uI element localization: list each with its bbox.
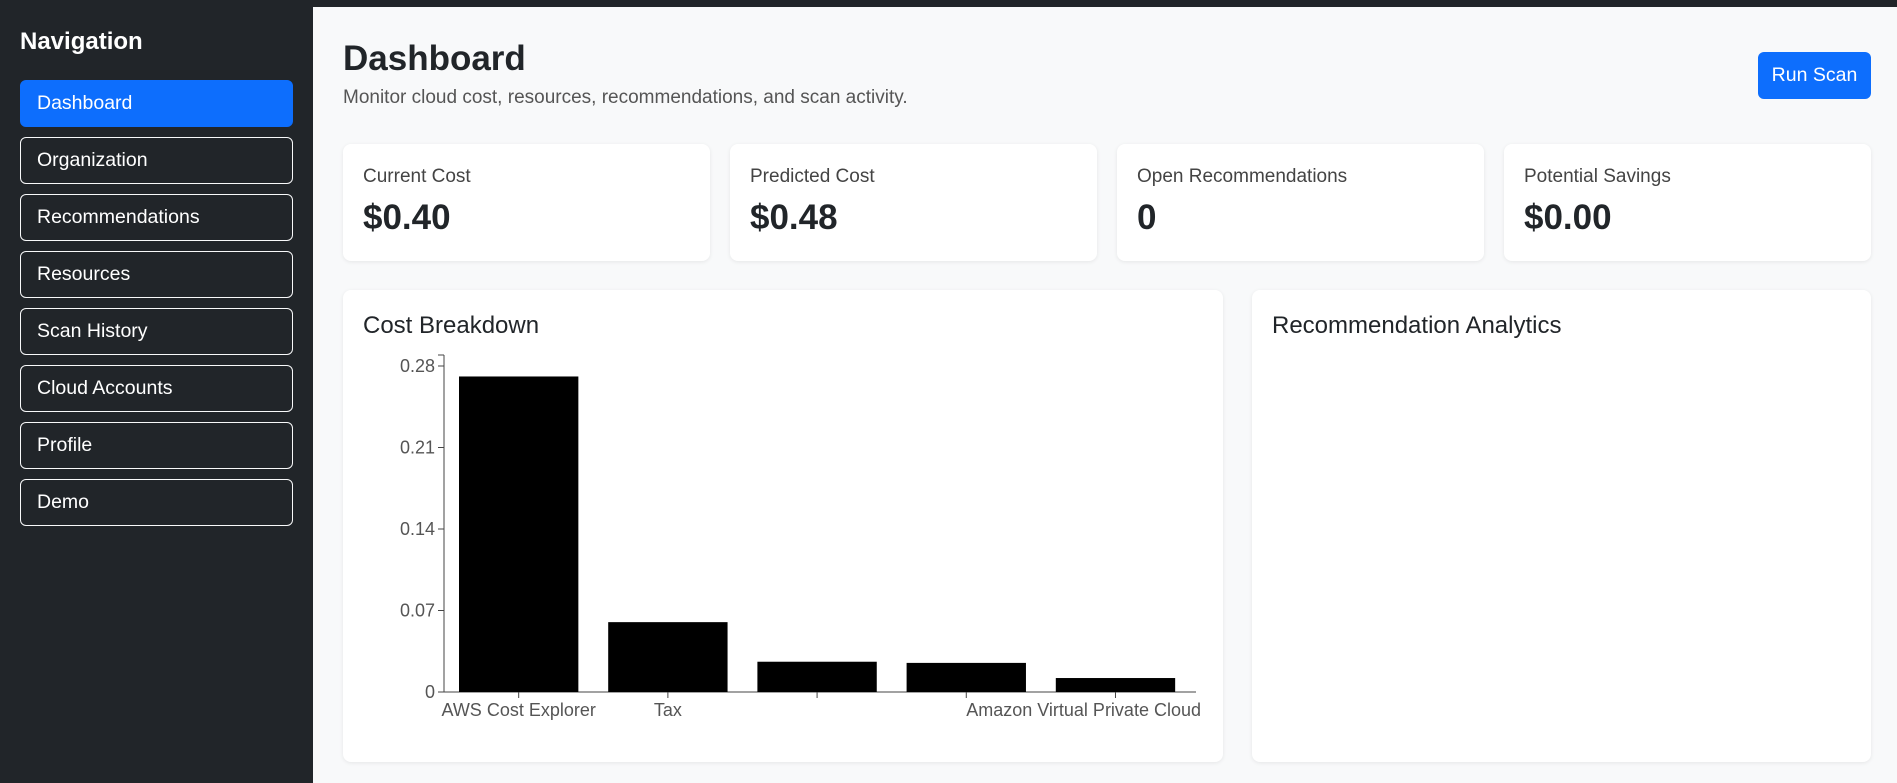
stat-card-predicted-cost: Predicted Cost $0.48 (730, 144, 1097, 261)
bar (608, 622, 728, 692)
run-scan-button[interactable]: Run Scan (1758, 52, 1871, 99)
stat-value: $0.48 (750, 198, 838, 237)
y-tick-label: 0.07 (400, 601, 435, 621)
stat-card-potential-savings: Potential Savings $0.00 (1504, 144, 1871, 261)
recommendation-analytics-panel: Recommendation Analytics (1252, 290, 1871, 762)
stat-label: Predicted Cost (750, 166, 875, 187)
y-tick-label: 0 (425, 682, 435, 702)
sidebar-item-recommendations[interactable]: Recommendations (20, 194, 293, 241)
stat-card-open-recommendations: Open Recommendations 0 (1117, 144, 1484, 261)
sidebar-item-demo[interactable]: Demo (20, 479, 293, 526)
sidebar-item-resources[interactable]: Resources (20, 251, 293, 298)
sidebar-item-cloud-accounts[interactable]: Cloud Accounts (20, 365, 293, 412)
sidebar-item-organization[interactable]: Organization (20, 137, 293, 184)
stat-value: $0.40 (363, 198, 451, 237)
y-tick-label: 0.21 (400, 438, 435, 458)
cost-breakdown-chart: 0 0.07 0.14 0.21 0.28 AWS Cost Explorer Tax Ama… (400, 354, 1201, 720)
bar (1055, 678, 1176, 692)
x-tick-label: Amazon Virtual Private Cloud (966, 700, 1201, 720)
sidebar-item-scan-history[interactable]: Scan History (20, 308, 293, 355)
x-tick-label: AWS Cost Explorer (441, 700, 595, 720)
recommendation-analytics-title: Recommendation Analytics (1272, 312, 1562, 339)
bar (459, 376, 579, 692)
bar (757, 661, 877, 692)
sidebar-item-dashboard[interactable]: Dashboard (20, 80, 293, 127)
stat-value: $0.00 (1524, 198, 1612, 237)
stat-value: 0 (1137, 198, 1157, 237)
sidebar-item-profile[interactable]: Profile (20, 422, 293, 469)
bar (906, 662, 1026, 692)
stat-label: Current Cost (363, 166, 471, 187)
main-content: Dashboard Monitor cloud cost, resources,… (313, 7, 1897, 783)
cost-breakdown-panel: Cost Breakdown 0 0.07 0.14 0.21 0.28 AWS Cost… (343, 290, 1223, 762)
page-title: Dashboard (343, 39, 526, 78)
stats-cards: Current Cost $0.40 Predicted Cost $0.48 … (343, 144, 1871, 261)
stat-label: Open Recommendations (1137, 166, 1348, 187)
y-tick-label: 0.14 (400, 519, 435, 539)
stat-card-current-cost: Current Cost $0.40 (343, 144, 710, 261)
page-subtitle: Monitor cloud cost, resources, recommend… (343, 87, 908, 108)
sidebar: Navigation Dashboard Organization Recomm… (0, 0, 313, 783)
y-tick-label: 0.28 (400, 356, 435, 376)
sidebar-title: Navigation (20, 28, 143, 55)
stat-label: Potential Savings (1524, 166, 1671, 187)
x-tick-label: Tax (654, 700, 682, 720)
